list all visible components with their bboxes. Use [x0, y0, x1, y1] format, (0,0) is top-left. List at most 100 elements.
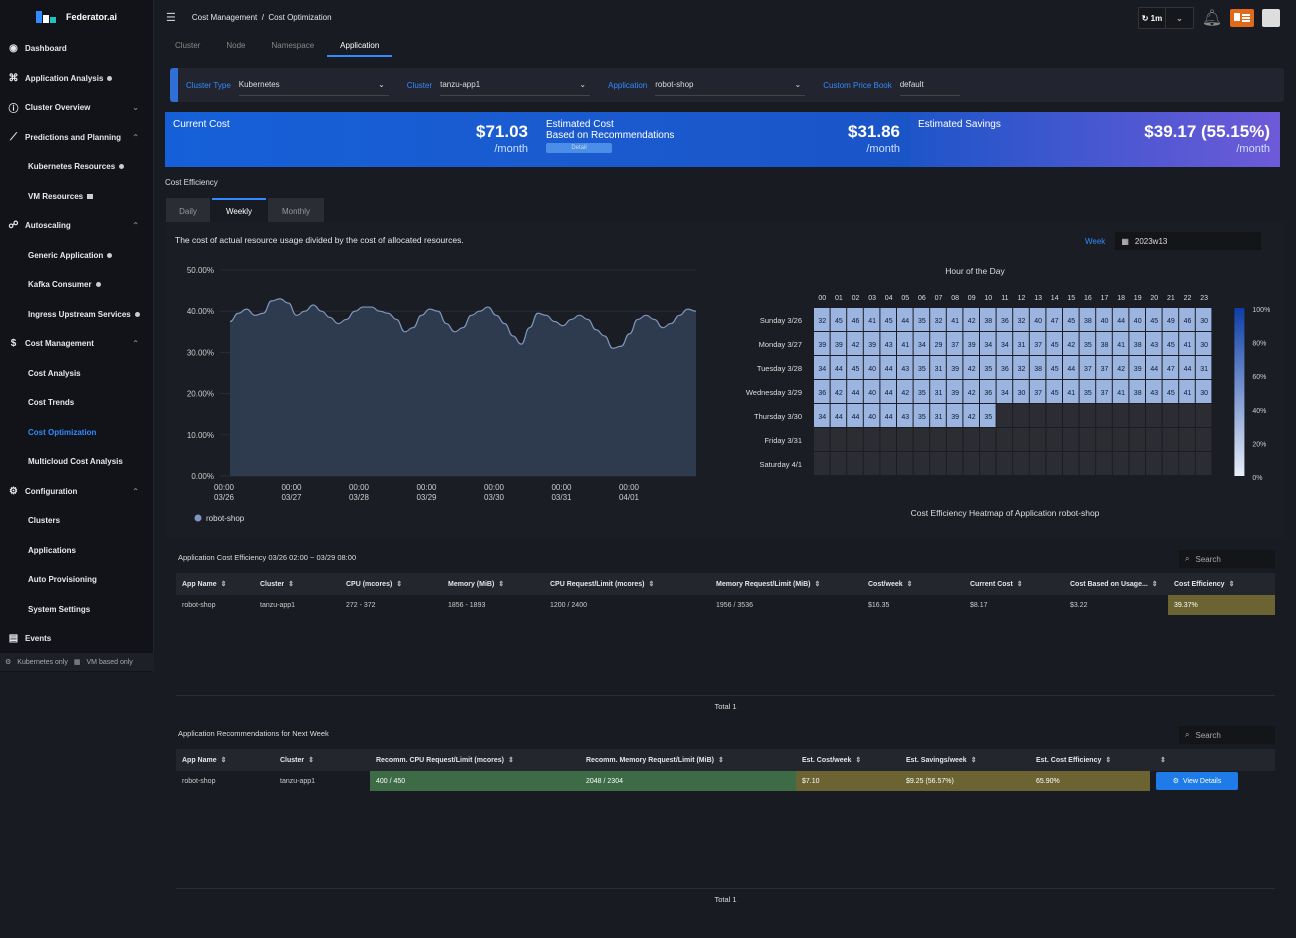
heatmap-cell[interactable]	[830, 452, 847, 475]
tab-daily[interactable]: Daily	[166, 198, 210, 222]
sort-icon[interactable]: ⇕	[396, 581, 402, 588]
menu-toggle-icon[interactable]: ☰	[166, 11, 176, 24]
heatmap-cell[interactable]	[1162, 452, 1179, 475]
brand[interactable]: Federator.ai	[0, 0, 153, 34]
heatmap-cell[interactable]	[1046, 452, 1062, 475]
heatmap-cell[interactable]	[897, 428, 913, 451]
heatmap-cell[interactable]	[1029, 404, 1046, 427]
heatmap-cell[interactable]	[863, 428, 880, 451]
chevron-down-icon[interactable]: ⌄	[1165, 8, 1193, 28]
heatmap-cell[interactable]	[1029, 428, 1046, 451]
avatar[interactable]	[1262, 9, 1280, 27]
heatmap-cell[interactable]	[930, 452, 946, 475]
sort-icon[interactable]: ⇕	[718, 757, 724, 764]
sort-icon[interactable]: ⇕	[1152, 581, 1158, 588]
sort-icon[interactable]: ⇕	[815, 581, 821, 588]
sidebar-item-dashboard[interactable]: ◉ Dashboard	[0, 34, 153, 64]
sidebar-item-configuration[interactable]: ⚙ Configuration ⌃	[0, 477, 153, 507]
sort-icon[interactable]: ⇕	[288, 581, 294, 588]
tab-application[interactable]: Application	[327, 36, 393, 57]
heatmap-cell[interactable]	[1129, 404, 1145, 427]
column-header-memory-mib[interactable]: Memory (MiB) ⇕	[442, 580, 544, 588]
sidebar-item-events[interactable]: ▤ Events	[0, 624, 153, 654]
chevron-icon[interactable]: ⌃	[132, 339, 139, 348]
sort-icon[interactable]: ⇕	[649, 581, 655, 588]
heatmap-cell[interactable]	[1179, 428, 1195, 451]
cluster-type-select[interactable]: Kubernetes ⌄	[238, 74, 389, 96]
heatmap-cell[interactable]	[913, 452, 930, 475]
column-header-actions[interactable]: ⇕	[1150, 756, 1275, 764]
bell-icon[interactable]: 🔔︎	[1202, 8, 1222, 28]
heatmap-cell[interactable]	[1096, 404, 1112, 427]
heatmap-cell[interactable]	[963, 452, 979, 475]
heatmap-cell[interactable]	[1096, 428, 1112, 451]
heatmap-cell[interactable]	[1162, 404, 1179, 427]
sidebar-item-cost-trends[interactable]: Cost Trends	[0, 388, 153, 418]
sidebar-item-application-analysis[interactable]: ⌘ Application Analysis	[0, 64, 153, 94]
heatmap-cell[interactable]	[1112, 428, 1129, 451]
heatmap-cell[interactable]	[1046, 404, 1062, 427]
column-header-cost-efficiency[interactable]: Cost Efficiency ⇕	[1168, 580, 1275, 588]
sort-icon[interactable]: ⇕	[971, 757, 977, 764]
application-select[interactable]: robot-shop ⌄	[655, 74, 806, 96]
heatmap-cell[interactable]	[863, 452, 880, 475]
heatmap-cell[interactable]	[1146, 428, 1162, 451]
heatmap-cell[interactable]	[1029, 452, 1046, 475]
heatmap-cell[interactable]	[1195, 452, 1212, 475]
column-header-cluster[interactable]: Cluster ⇕	[254, 580, 340, 588]
sort-icon[interactable]: ⇕	[221, 757, 227, 764]
heatmap-cell[interactable]	[1162, 428, 1179, 451]
refresh-interval[interactable]: ↻ 1m ⌄	[1137, 7, 1194, 29]
heatmap-cell[interactable]	[1129, 452, 1145, 475]
tab-namespace[interactable]: Namespace	[258, 36, 327, 57]
column-header-app-name[interactable]: App Name ⇕	[176, 580, 254, 588]
sidebar-item-vm-resources[interactable]: VM Resources	[0, 182, 153, 212]
heatmap-cell[interactable]	[996, 452, 1013, 475]
heatmap-cell[interactable]	[1195, 404, 1212, 427]
sidebar-item-autoscaling[interactable]: ☍ Autoscaling ⌃	[0, 211, 153, 241]
heatmap-cell[interactable]	[1195, 428, 1212, 451]
heatmap-cell[interactable]	[847, 428, 863, 451]
column-header-current-cost[interactable]: Current Cost ⇕	[964, 580, 1064, 588]
heatmap-cell[interactable]	[847, 452, 863, 475]
chevron-icon[interactable]: ⌃	[132, 221, 139, 230]
column-header-est-cost-efficiency[interactable]: Est. Cost Efficiency ⇕	[1030, 756, 1150, 764]
column-header-cpu-request-limit-mcores[interactable]: CPU Request/Limit (mcores) ⇕	[544, 580, 710, 588]
sort-icon[interactable]: ⇕	[855, 757, 861, 764]
heatmap-cell[interactable]	[1063, 404, 1079, 427]
legend-label[interactable]: robot-shop	[206, 514, 245, 523]
heatmap-cell[interactable]	[1013, 452, 1029, 475]
sidebar-item-predictions-and-planning[interactable]: ⟋ Predictions and Planning ⌃	[0, 123, 153, 153]
sidebar-item-multicloud-cost-analysis[interactable]: Multicloud Cost Analysis	[0, 447, 153, 477]
app-table-search[interactable]: ⌕ Search	[1179, 550, 1275, 568]
heatmap-cell[interactable]	[996, 404, 1013, 427]
sidebar-item-cluster-overview[interactable]: ⓘ Cluster Overview ⌄	[0, 93, 153, 123]
heatmap-cell[interactable]	[880, 428, 896, 451]
heatmap-cell[interactable]	[1096, 452, 1112, 475]
heatmap-cell[interactable]	[1079, 404, 1096, 427]
heatmap-cell[interactable]	[814, 428, 830, 451]
heatmap-cell[interactable]	[980, 428, 996, 451]
heatmap-cell[interactable]	[1013, 428, 1029, 451]
heatmap-cell[interactable]	[1112, 452, 1129, 475]
sidebar-item-cost-management[interactable]: $ Cost Management ⌃	[0, 329, 153, 359]
heatmap-cell[interactable]	[1013, 404, 1029, 427]
heatmap-cell[interactable]	[1079, 428, 1096, 451]
heatmap-cell[interactable]	[1179, 404, 1195, 427]
chevron-icon[interactable]: ⌃	[132, 487, 139, 496]
sidebar-item-kafka-consumer[interactable]: Kafka Consumer	[0, 270, 153, 300]
sidebar-item-system-settings[interactable]: System Settings	[0, 595, 153, 625]
heatmap-cell[interactable]	[913, 428, 930, 451]
breadcrumb-cost-management[interactable]: Cost Management	[192, 13, 257, 22]
heatmap-cell[interactable]	[814, 452, 830, 475]
column-header-cpu-mcores[interactable]: CPU (mcores) ⇕	[340, 580, 442, 588]
heatmap-cell[interactable]	[1112, 404, 1129, 427]
column-header-recomm-memory-request-limit-mib[interactable]: Recomm. Memory Request/Limit (MiB) ⇕	[580, 756, 796, 764]
heatmap-cell[interactable]	[996, 428, 1013, 451]
column-header-cluster[interactable]: Cluster ⇕	[274, 756, 370, 764]
heatmap-cell[interactable]	[980, 452, 996, 475]
sidebar-item-generic-application[interactable]: Generic Application	[0, 241, 153, 271]
heatmap-cell[interactable]	[930, 428, 946, 451]
column-header-memory-request-limit-mib[interactable]: Memory Request/Limit (MiB) ⇕	[710, 580, 862, 588]
heatmap-cell[interactable]	[1146, 404, 1162, 427]
